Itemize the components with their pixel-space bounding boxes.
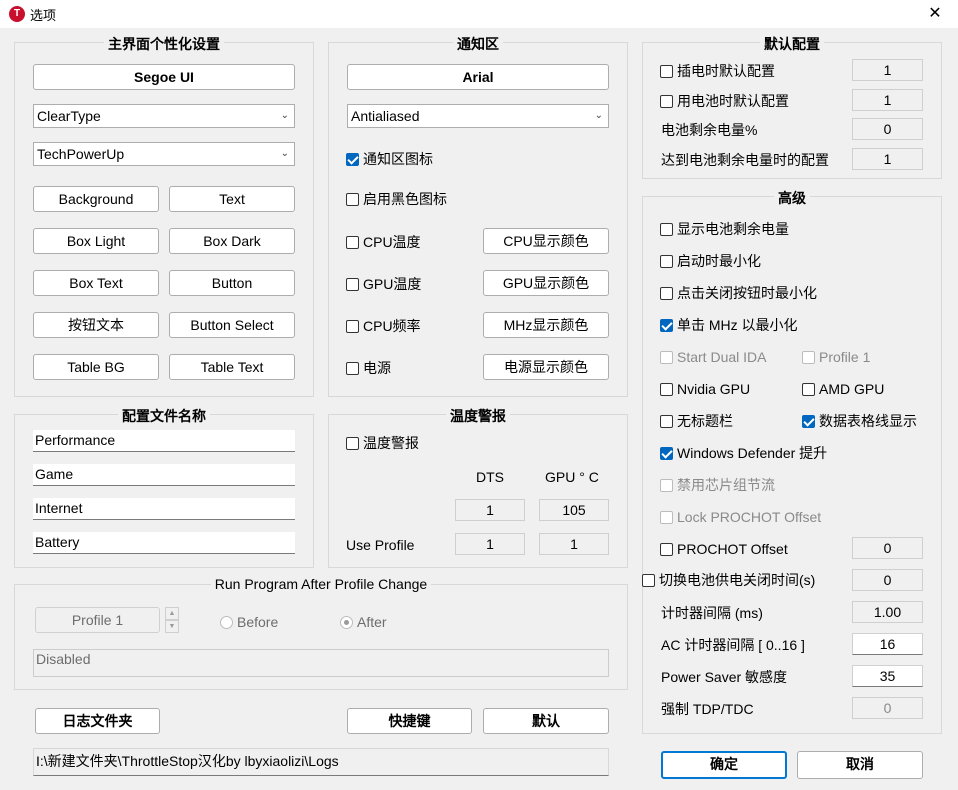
close-minimize-checkbox[interactable]: 点击关闭按钮时最小化: [660, 284, 817, 302]
grid-lines-checkbox[interactable]: 数据表格线显示: [802, 412, 917, 430]
gpu-alarm-value[interactable]: 105: [539, 499, 609, 521]
color-box-dark-button[interactable]: Box Dark: [169, 228, 295, 254]
lock-prochot-checkbox[interactable]: Lock PROCHOT Offset: [660, 508, 821, 526]
dual-ida-checkbox[interactable]: Start Dual IDA: [660, 348, 766, 366]
ui-customization-group: 主界面个性化设置: [14, 36, 314, 397]
notification-group: 通知区: [328, 36, 628, 397]
ac-default-checkbox[interactable]: 插电时默认配置: [660, 62, 775, 80]
group-title: Run Program After Profile Change: [210, 576, 432, 592]
color-button-text-button[interactable]: 按钮文本: [33, 312, 159, 338]
run-profile-select[interactable]: Profile 1: [35, 607, 160, 633]
mhz-color-button[interactable]: MHz显示颜色: [483, 312, 609, 338]
chipset-throttle-checkbox[interactable]: 禁用芯片组节流: [660, 476, 775, 494]
group-title: 主界面个性化设置: [104, 36, 224, 52]
skin-select[interactable]: TechPowerUp ⌄: [33, 142, 295, 166]
color-table-bg-button[interactable]: Table BG: [33, 354, 159, 380]
group-title: 配置文件名称: [118, 408, 210, 424]
ui-font-button[interactable]: Segoe UI: [33, 64, 295, 90]
window-title: 选项: [30, 8, 57, 23]
battery-off-checkbox[interactable]: 切换电池供电关闭时间(s): [642, 571, 815, 589]
mhz-minimize-checkbox[interactable]: 单击 MHz 以最小化: [660, 316, 798, 334]
hotkey-button[interactable]: 快捷键: [347, 708, 472, 734]
ok-button[interactable]: 确定: [661, 751, 787, 779]
group-title: 通知区: [453, 36, 503, 52]
cancel-button[interactable]: 取消: [797, 751, 923, 779]
group-title: 默认配置: [760, 36, 824, 52]
prochot-offset-checkbox[interactable]: PROCHOT Offset: [660, 540, 788, 558]
program-path-input[interactable]: Disabled: [33, 649, 609, 677]
power-saver-label: Power Saver 敏感度: [661, 669, 788, 685]
dts-header: DTS: [476, 469, 504, 485]
profile-name-4-input[interactable]: Battery: [33, 532, 295, 554]
group-title: 高级: [774, 190, 810, 206]
gpu-color-button[interactable]: GPU显示颜色: [483, 270, 609, 296]
force-tdp-label: 强制 TDP/TDC: [661, 701, 754, 717]
chevron-down-icon: ⌄: [280, 148, 289, 159]
power-color-button[interactable]: 电源显示颜色: [483, 354, 609, 380]
before-radio[interactable]: Before: [220, 613, 278, 631]
color-button-button[interactable]: Button: [169, 270, 295, 296]
chevron-down-icon: ⌄: [594, 110, 603, 121]
dark-icon-checkbox[interactable]: 启用黑色图标: [346, 190, 447, 208]
power-saver-input[interactable]: 35: [852, 665, 923, 687]
ac-timer-label: AC 计时器间隔 [ 0..16 ]: [661, 637, 805, 653]
tray-icon-checkbox[interactable]: 通知区图标: [346, 150, 433, 168]
default-button[interactable]: 默认: [483, 708, 609, 734]
gpu-profile-value[interactable]: 1: [539, 533, 609, 555]
color-text-button[interactable]: Text: [169, 186, 295, 212]
antialias-select[interactable]: Antialiased ⌄: [347, 104, 609, 128]
color-table-text-button[interactable]: Table Text: [169, 354, 295, 380]
cpu-color-button[interactable]: CPU显示颜色: [483, 228, 609, 254]
battery-default-checkbox[interactable]: 用电池时默认配置: [660, 92, 789, 110]
dts-alarm-value[interactable]: 1: [455, 499, 525, 521]
battery-default-value[interactable]: 1: [852, 89, 923, 111]
defender-boost-checkbox[interactable]: Windows Defender 提升: [660, 444, 827, 462]
no-titlebar-checkbox[interactable]: 无标题栏: [660, 412, 733, 430]
gpu-temp-checkbox[interactable]: GPU温度: [346, 275, 421, 293]
battery-remain-label: 电池剩余电量%: [661, 122, 758, 138]
battery-remain-value[interactable]: 0: [852, 118, 923, 140]
dts-profile-value[interactable]: 1: [455, 533, 525, 555]
timer-label: 计时器间隔 (ms): [661, 605, 763, 621]
cpu-freq-checkbox[interactable]: CPU频率: [346, 317, 421, 335]
ac-timer-input[interactable]: 16: [852, 633, 923, 655]
force-tdp-value[interactable]: 0: [852, 697, 923, 719]
battery-reach-label: 达到电池剩余电量时的配置: [661, 152, 829, 168]
log-path-input[interactable]: I:\新建文件夹\ThrottleStop汉化by lbyxiaolizi\Lo…: [33, 748, 609, 776]
close-button[interactable]: ✕: [912, 0, 958, 28]
color-button-select-button[interactable]: Button Select: [169, 312, 295, 338]
battery-reach-value[interactable]: 1: [852, 148, 923, 170]
spin-down-icon[interactable]: ▼: [165, 620, 179, 633]
profile-name-2-input[interactable]: Game: [33, 464, 295, 486]
cpu-temp-checkbox[interactable]: CPU温度: [346, 233, 421, 251]
ac-default-value[interactable]: 1: [852, 59, 923, 81]
cleartype-select[interactable]: ClearType ⌄: [33, 104, 295, 128]
color-background-button[interactable]: Background: [33, 186, 159, 212]
gpu-celsius-header: GPU ° C: [545, 469, 599, 485]
app-logo-icon: T: [9, 6, 25, 22]
group-title: 温度警报: [446, 408, 510, 424]
tray-font-button[interactable]: Arial: [347, 64, 609, 90]
color-box-text-button[interactable]: Box Text: [33, 270, 159, 296]
use-profile-label: Use Profile: [346, 537, 415, 553]
amd-gpu-checkbox[interactable]: AMD GPU: [802, 380, 884, 398]
prochot-offset-value[interactable]: 0: [852, 537, 923, 559]
spin-up-icon[interactable]: ▲: [165, 607, 179, 620]
color-box-light-button[interactable]: Box Light: [33, 228, 159, 254]
profile-name-3-input[interactable]: Internet: [33, 498, 295, 520]
profile-name-1-input[interactable]: Performance: [33, 430, 295, 452]
power-checkbox[interactable]: 电源: [346, 359, 391, 377]
profile1-checkbox[interactable]: Profile 1: [802, 348, 870, 366]
show-battery-checkbox[interactable]: 显示电池剩余电量: [660, 220, 789, 238]
start-minimized-checkbox[interactable]: 启动时最小化: [660, 252, 761, 270]
chevron-down-icon: ⌄: [280, 110, 289, 121]
timer-value[interactable]: 1.00: [852, 601, 923, 623]
nvidia-gpu-checkbox[interactable]: Nvidia GPU: [660, 380, 750, 398]
log-folder-button[interactable]: 日志文件夹: [35, 708, 160, 734]
after-radio[interactable]: After: [340, 613, 387, 631]
title-bar: T 选项 ✕: [0, 0, 958, 28]
battery-off-value[interactable]: 0: [852, 569, 923, 591]
temperature-alarm-checkbox[interactable]: 温度警报: [346, 434, 419, 452]
